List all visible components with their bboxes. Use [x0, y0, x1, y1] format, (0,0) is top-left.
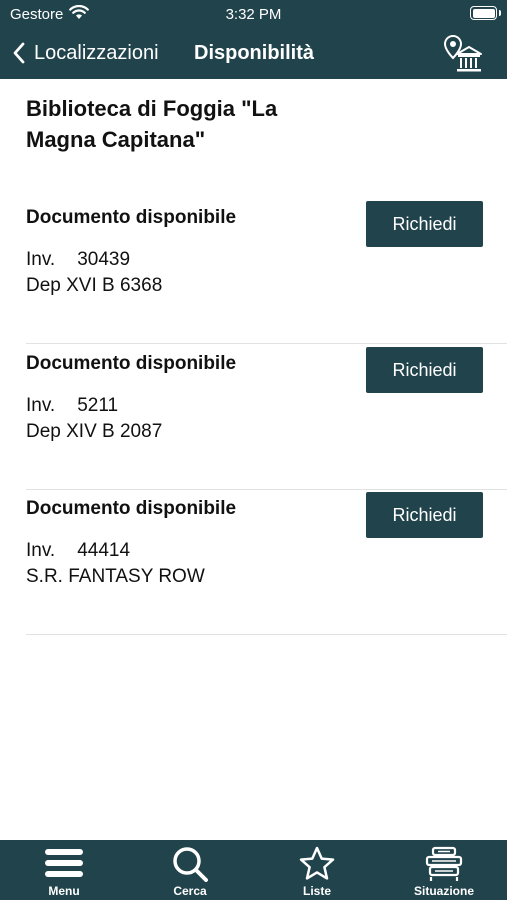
books-stack-icon — [425, 846, 463, 881]
star-icon — [299, 846, 335, 880]
separator — [26, 343, 507, 344]
inventory-label: Inv. — [26, 395, 56, 416]
availability-status: Documento disponibile — [26, 353, 237, 374]
inventory-label: Inv. — [26, 249, 56, 270]
back-label: Localizzazioni — [34, 41, 159, 64]
tab-label: Cerca — [173, 884, 207, 898]
inventory-number: 44414 — [77, 540, 131, 561]
menu-icon — [45, 849, 83, 877]
request-button[interactable]: Richiedi — [366, 201, 483, 247]
library-location-icon[interactable] — [443, 34, 483, 74]
availability-item: Documento disponibile Inv. 44414 S.R. FAN… — [26, 490, 507, 635]
inventory-number: 30439 — [77, 249, 131, 270]
chevron-left-icon — [13, 42, 25, 64]
tab-label: Situazione — [413, 884, 474, 898]
tab-situation[interactable]: Situazione — [384, 840, 504, 900]
tab-label: Menu — [48, 884, 80, 898]
inventory-line: Inv. 5211 — [26, 395, 118, 417]
navigation-bar: Localizzazioni Disponibilità — [0, 28, 507, 79]
inventory-number: 5211 — [77, 395, 119, 416]
battery-icon — [470, 6, 501, 20]
separator — [26, 634, 507, 635]
request-button[interactable]: Richiedi — [366, 492, 483, 538]
shelf-location: S.R. FANTASY ROW — [26, 566, 205, 587]
availability-status: Documento disponibile — [26, 207, 237, 228]
tab-search[interactable]: Cerca — [130, 840, 250, 900]
tab-lists[interactable]: Liste — [257, 840, 377, 900]
inventory-label: Inv. — [26, 540, 56, 561]
availability-item: Documento disponibile Inv. 5211 Dep XIV B… — [26, 345, 507, 490]
inventory-line: Inv. 44414 — [26, 540, 130, 562]
shelf-location: Dep XVI B 6368 — [26, 275, 163, 296]
back-button[interactable]: Localizzazioni — [12, 40, 159, 66]
search-icon — [173, 847, 208, 882]
status-bar: Gestore 3:32 PM — [0, 0, 507, 28]
library-name: Biblioteca di Foggia "La Magna Capitana" — [26, 96, 278, 152]
request-button[interactable]: Richiedi — [366, 347, 483, 393]
top-bar: Gestore 3:32 PM Localizzazioni Disponibi… — [0, 0, 507, 79]
tab-bar: Menu Cerca Liste Situazione — [0, 840, 507, 900]
inventory-line: Inv. 30439 — [26, 249, 130, 271]
availability-status: Documento disponibile — [26, 498, 237, 519]
availability-item: Documento disponibile Inv. 30439 Dep XVI … — [26, 199, 507, 344]
shelf-location: Dep XIV B 2087 — [26, 421, 163, 442]
status-time: 3:32 PM — [225, 6, 282, 23]
tab-label: Liste — [302, 884, 331, 898]
page-title: Disponibilità — [194, 42, 314, 64]
tab-menu[interactable]: Menu — [4, 840, 124, 900]
